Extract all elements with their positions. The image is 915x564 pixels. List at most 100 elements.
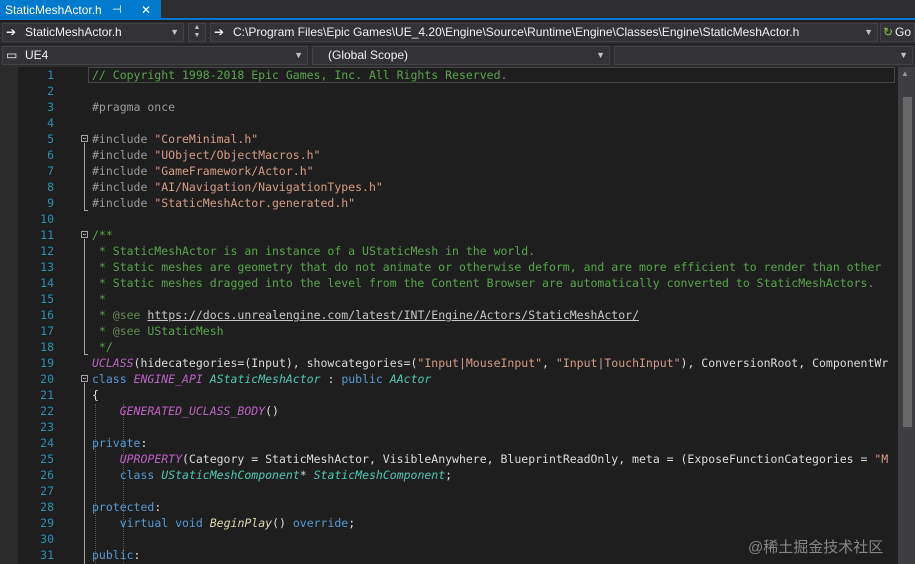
code-token: #include [92, 164, 155, 178]
code-token: GENERATED_UCLASS_BODY [119, 404, 266, 418]
file-spinner[interactable]: ▲ ▼ [188, 23, 206, 42]
code-line: UPROPERTY(Category = StaticMeshActor, Vi… [92, 451, 889, 467]
line-number: 8 [47, 180, 54, 194]
tab-staticmeshactor-h[interactable]: StaticMeshActor.h ⊣ ✕ [0, 0, 161, 20]
file-combo-value: StaticMeshActor.h [25, 25, 122, 39]
document-tab-bar: StaticMeshActor.h ⊣ ✕ [0, 0, 915, 20]
line-number: 26 [40, 468, 54, 482]
code-line: /** [92, 227, 113, 243]
indent-guide [95, 404, 96, 564]
code-token: * [299, 468, 314, 482]
code-line: #pragma once [92, 99, 175, 115]
code-token: , [542, 356, 556, 370]
code-editor[interactable]: 1 2 3 4 5 6 7 8 9 10 11 12 13 14 15 16 17 18 19 20 21 22 23 24 2… [0, 67, 915, 564]
line-number: 2 [47, 84, 54, 98]
code-token: #include [92, 180, 155, 194]
code-token: "M [874, 452, 889, 466]
code-token: public [92, 548, 134, 562]
code-line: * [92, 291, 106, 307]
scroll-up-icon[interactable]: ▲ [901, 69, 909, 78]
code-token: */ [92, 340, 113, 354]
chevron-down-icon: ▼ [170, 27, 179, 37]
code-token: "GameFramework/Actor.h" [154, 164, 314, 178]
code-line: class UStaticMeshComponent* StaticMeshCo… [92, 467, 452, 483]
code-line: protected: [92, 499, 161, 515]
fold-line [84, 383, 85, 564]
code-token: private [92, 436, 141, 450]
line-number: 21 [40, 388, 54, 402]
code-token: override [292, 516, 349, 530]
arrow-right-icon: ➔ [214, 25, 225, 39]
code-line: virtual void BeginPlay() override; [92, 515, 355, 531]
fold-line [84, 239, 85, 355]
go-button[interactable]: ↻ Go [880, 23, 915, 42]
line-number: 23 [40, 420, 54, 434]
line-number: 29 [40, 516, 54, 530]
chevron-down-icon: ▼ [294, 50, 303, 60]
line-number: 22 [40, 404, 54, 418]
file-combo[interactable]: ➔ StaticMeshActor.h ▼ [2, 23, 184, 42]
line-number: 17 [40, 324, 54, 338]
code-line: public: [92, 547, 140, 563]
fold-end-tick [84, 210, 88, 211]
scrollbar-thumb[interactable] [903, 97, 912, 427]
member-combo[interactable]: ▼ [614, 46, 913, 65]
code-token: UStaticMesh [140, 324, 224, 338]
code-line: #include "GameFramework/Actor.h" [92, 163, 314, 179]
line-number: 18 [40, 340, 54, 354]
chevron-down-icon: ▼ [864, 27, 873, 37]
code-token: * Static meshes dragged into the level f… [92, 276, 875, 290]
code-line: UCLASS(hidecategories=(Input), showcateg… [92, 355, 888, 371]
line-number: 1 [47, 68, 54, 82]
line-number: 28 [40, 500, 54, 514]
code-token: UStaticMeshComponent [161, 468, 300, 482]
code-token: * [92, 308, 113, 322]
close-icon[interactable]: ✕ [141, 0, 151, 20]
code-line: #include "CoreMinimal.h" [92, 131, 258, 147]
line-number: 3 [47, 100, 54, 114]
line-number: 30 [40, 532, 54, 546]
line-number: 13 [40, 260, 54, 274]
project-combo[interactable]: ▭ UE4 ▼ [2, 46, 308, 65]
line-number: 16 [40, 308, 54, 322]
fold-toggle-comment[interactable] [81, 231, 88, 238]
line-number: 4 [47, 116, 54, 130]
code-token: #pragma once [92, 100, 176, 114]
code-token[interactable]: https://docs.unrealengine.com/latest/INT… [147, 308, 639, 322]
code-line: { [92, 387, 99, 403]
line-number: 6 [47, 148, 54, 162]
code-token: UCLASS [92, 356, 134, 370]
fold-toggle-includes[interactable] [81, 135, 88, 142]
code-line: #include "StaticMeshActor.generated.h" [92, 195, 355, 211]
code-token: "CoreMinimal.h" [154, 132, 259, 146]
scope-combo-value: (Global Scope) [328, 48, 409, 62]
chevron-down-icon: ▼ [596, 50, 605, 60]
code-line: * Static meshes are geometry that do not… [92, 259, 881, 275]
fold-toggle-class[interactable] [81, 375, 88, 382]
code-line: * StaticMeshActor is an instance of a US… [92, 243, 535, 259]
code-token: * [92, 324, 113, 338]
code-token: : [133, 548, 141, 562]
code-line: GENERATED_UCLASS_BODY() [92, 403, 279, 419]
code-line: class ENGINE_API AStaticMeshActor : publ… [92, 371, 431, 387]
scope-combo[interactable]: (Global Scope) ▼ [312, 46, 610, 65]
pin-icon[interactable]: ⊣ [112, 0, 122, 20]
code-line: */ [92, 339, 113, 355]
project-combo-value: UE4 [25, 48, 49, 62]
project-icon: ▭ [6, 48, 18, 62]
code-token: AStaticMeshActor [209, 372, 321, 386]
code-line: * @see https://docs.unrealengine.com/lat… [92, 307, 639, 323]
indent-guide [123, 404, 124, 564]
line-number: 7 [47, 164, 54, 178]
line-number: 20 [40, 372, 54, 386]
path-combo[interactable]: ➔ C:\Program Files\Epic Games\UE_4.20\En… [210, 23, 878, 42]
code-token: protected [92, 500, 155, 514]
line-number: 10 [40, 212, 54, 226]
line-number: 25 [40, 452, 54, 466]
line-number: 15 [40, 292, 54, 306]
code-token: () [265, 404, 279, 418]
